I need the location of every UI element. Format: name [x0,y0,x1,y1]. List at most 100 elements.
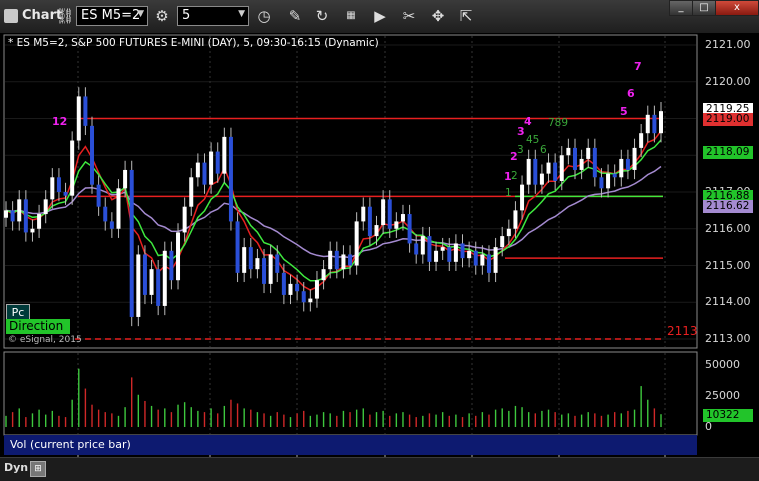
minimize-button[interactable]: _ [669,0,693,16]
close-button[interactable]: x [715,0,759,16]
candle-body [659,111,663,134]
candle-body [506,228,511,237]
candle-body [222,136,227,174]
candle-body [579,158,584,170]
candle-body [268,254,273,284]
candle-body [288,283,293,295]
candle-body [586,147,591,159]
scale-lock-icon[interactable]: ⊞ [30,461,46,477]
candle-body [83,96,88,126]
candle-body [354,221,359,266]
candle-body [209,151,214,185]
price-tag: 2119.00 [703,112,753,126]
candle-body [374,225,379,237]
candle-body [308,298,313,303]
candle-body [652,114,657,134]
wrench-icon[interactable]: ✂ [398,6,420,26]
candle-body [612,173,617,178]
candle-body [149,269,154,295]
interval-combobox[interactable]: 5 ▼ [177,6,249,26]
chevron-down-icon: ▼ [137,9,144,19]
refresh-settings-icon[interactable]: ⚙ [151,6,173,26]
candle-body [645,114,650,134]
candle-body [50,177,55,200]
price-axis-label: 2114.00 [705,295,751,309]
candle-body [63,192,68,196]
maximize-button[interactable]: □ [692,0,716,16]
chart-header: * ES M5=2, S&P 500 FUTURES E-MINI (DAY),… [8,37,379,49]
cycle-icon[interactable]: ↻ [311,6,333,26]
bottom-bar: Dyn ⊞ [0,457,759,481]
candle-body [96,184,101,207]
candle-body [123,169,128,189]
symbol-combobox[interactable]: ES M5=2 ▼ [76,6,148,26]
chart-area[interactable]: * ES M5=2, S&P 500 FUTURES E-MINI (DAY),… [0,33,759,480]
draw-tools-icon[interactable]: ✥ [427,6,449,26]
count-label-green: 789 [548,117,569,129]
candle-body [367,206,372,237]
candle-body [23,199,28,233]
clock-icon[interactable]: ◷ [253,6,275,26]
candle-body [341,254,346,270]
expand-icon[interactable]: ⇱ [455,6,477,26]
candle-body [162,250,167,306]
volume-axis-label: 50000 [705,358,740,371]
candle-body [546,162,551,174]
candle-body [129,169,134,317]
candle-body [242,247,247,273]
chevron-down-icon: ▼ [238,9,245,19]
link-icon[interactable]: ⛓ [54,6,76,26]
candle-body [420,236,425,255]
candle-body [599,177,604,189]
candle-body [639,133,644,148]
candle-body [606,173,611,189]
candle-body [513,210,518,229]
title-bar: Chart ⛓ ES M5=2 ▼ ⚙ 5 ▼ ◷ ✎ ↻ ▦ ▶ ✂ ✥ ⇱ … [0,0,759,34]
volume-current-tag: 10322 [703,409,753,422]
chart-type-icon[interactable]: ▦ [340,6,362,26]
candle-body [90,125,95,185]
price-level-label: 2113 [667,324,698,338]
candle-body [189,177,194,207]
candle-body [109,221,114,229]
candle-body [255,258,260,270]
candle-body [400,214,405,222]
candle-body [17,199,22,222]
candle-body [414,243,419,255]
candle-body [473,250,478,266]
candle-body [116,188,121,229]
price-axis-label: 2121.00 [705,38,751,51]
candle-body [394,221,399,229]
candle-body [182,206,187,233]
candle-body [592,147,597,178]
candle-body [248,247,253,270]
candle-body [381,199,386,226]
candle-body [76,96,81,141]
candle-body [275,254,280,273]
count-label-green: 2 [511,170,518,182]
candle-body [334,250,339,270]
candle-body [156,269,161,306]
price-tag: 2118.09 [703,145,753,159]
candle-body [314,280,319,299]
candle-body [328,250,333,270]
count-label-green: 3 [517,144,524,156]
candle-body [169,250,174,281]
candle-body [103,206,108,222]
candle-body [295,283,300,292]
candle-body [228,136,233,222]
play-icon[interactable]: ▶ [369,6,391,26]
chart-canvas [3,34,698,461]
volume-bars [5,368,662,427]
candle-body [486,254,491,273]
price-axis-label: 2113.00 [705,332,751,345]
price-tag: 2116.62 [703,199,753,213]
pencil-icon[interactable]: ✎ [284,6,306,26]
price-grid [5,44,696,340]
candle-body [136,254,141,317]
count-label-green: 6 [540,144,547,156]
candle-body [559,155,564,181]
watermark: © eSignal, 2015 [8,335,82,345]
volume-title: Vol (current price bar) [4,435,697,455]
candle-body [202,162,207,185]
